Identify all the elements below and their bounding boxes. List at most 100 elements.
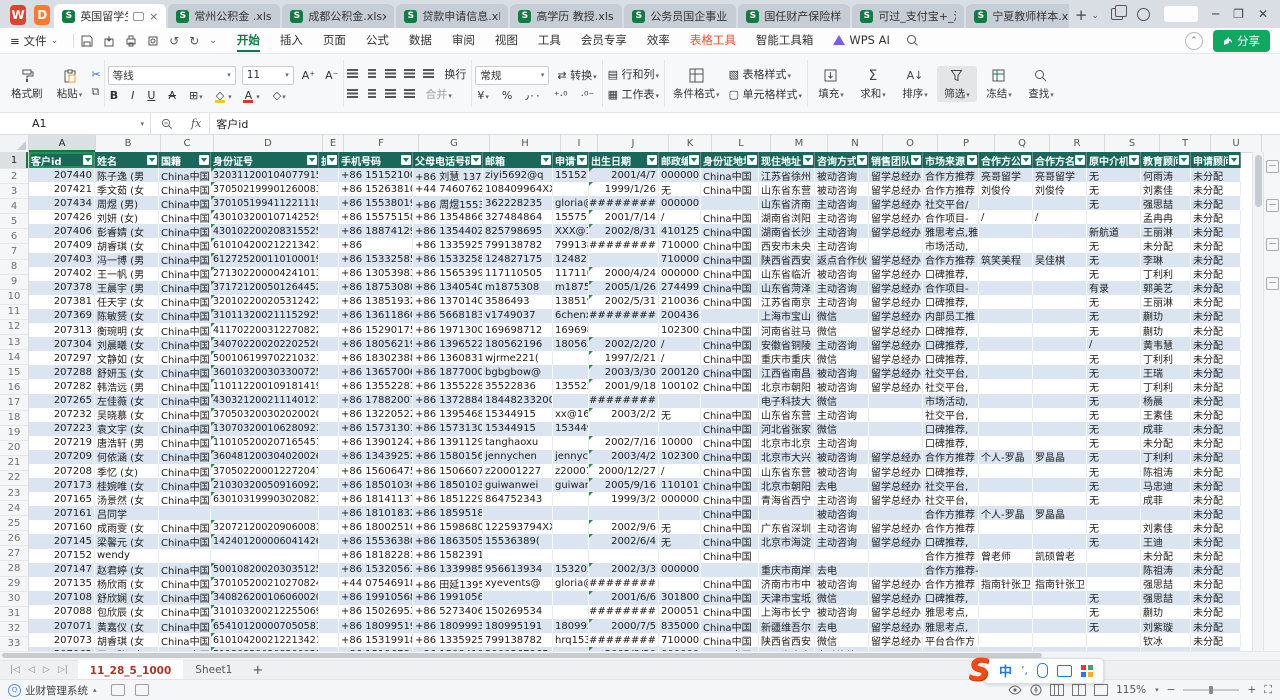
- cell[interactable]: China中国: [701, 422, 759, 436]
- cell[interactable]: 衡琬明 (女: [95, 323, 159, 337]
- cell[interactable]: 207145: [29, 534, 95, 548]
- cell[interactable]: 207378: [29, 281, 95, 295]
- sum-button[interactable]: Σ 求和▾: [853, 66, 893, 102]
- column-header-H[interactable]: H: [490, 135, 561, 152]
- cell[interactable]: 留学总经办: [869, 591, 923, 605]
- cell[interactable]: +86 1573130169: [413, 422, 483, 436]
- cell[interactable]: 留学总经办: [869, 253, 923, 267]
- cell[interactable]: 未分配: [1141, 436, 1191, 450]
- cell[interactable]: 山东省菏泽: [759, 281, 815, 295]
- cell[interactable]: [319, 549, 339, 563]
- row-header-3[interactable]: 3: [0, 184, 28, 199]
- cell[interactable]: [979, 563, 1033, 577]
- cell[interactable]: guiwanwei: [553, 478, 589, 492]
- cell[interactable]: 胡睿琪 (女: [95, 633, 159, 647]
- cell[interactable]: 未分配: [1191, 323, 1241, 337]
- cell[interactable]: [1033, 619, 1087, 633]
- cell[interactable]: [979, 337, 1033, 351]
- cell[interactable]: 留学总经办: [869, 492, 923, 506]
- cell[interactable]: 口碑推荐,: [923, 436, 979, 450]
- cell[interactable]: /: [659, 351, 701, 365]
- cell[interactable]: China中国: [701, 365, 759, 379]
- cell[interactable]: 000000: [659, 267, 701, 281]
- cell[interactable]: 成雨雯 (女: [95, 520, 159, 534]
- cell[interactable]: China中国: [701, 295, 759, 309]
- cell[interactable]: +86 18002510: [339, 520, 413, 534]
- cell[interactable]: [319, 492, 339, 506]
- font-color-button[interactable]: A▾: [243, 89, 262, 102]
- cell[interactable]: 陈祖涛: [1141, 563, 1191, 577]
- cell[interactable]: 雅思考点,雅: [923, 224, 979, 238]
- cell[interactable]: 微信: [815, 309, 869, 323]
- cell[interactable]: 未分配: [1191, 168, 1241, 182]
- file-tab[interactable]: S国任财产保险样本.: [738, 4, 850, 28]
- cell[interactable]: +86 18874129: [339, 224, 413, 238]
- column-header-F[interactable]: F: [344, 135, 419, 152]
- cell[interactable]: [869, 506, 923, 520]
- cell[interactable]: 合作方推荐: [923, 520, 979, 534]
- cell[interactable]: 未分配: [1191, 478, 1241, 492]
- font-name-select[interactable]: 等线▾: [108, 66, 236, 85]
- cell[interactable]: China中国: [701, 436, 759, 450]
- cell[interactable]: China中国: [159, 210, 211, 224]
- cell[interactable]: 370105200210270824: [211, 577, 319, 591]
- column-header-I[interactable]: I: [561, 135, 598, 152]
- file-tab[interactable]: S成都公积金.xlsx: [282, 4, 394, 28]
- cell[interactable]: 未分配: [1191, 534, 1241, 548]
- currency-button[interactable]: ¥▾: [475, 89, 491, 102]
- cell[interactable]: 社交平台,: [923, 492, 979, 506]
- filter-dropdown-icon[interactable]: [327, 155, 337, 165]
- convert-button[interactable]: ⇄ 转换▾: [555, 67, 598, 83]
- cell[interactable]: [319, 309, 339, 323]
- cell[interactable]: 口碑推荐,: [923, 591, 979, 605]
- tab-list-chevron-icon[interactable]: ⌄: [1091, 11, 1099, 21]
- cell[interactable]: 207152: [29, 549, 95, 563]
- cell[interactable]: +86: [339, 238, 413, 252]
- cell[interactable]: 未分配: [1191, 394, 1241, 408]
- cell[interactable]: 2000/7/5: [589, 619, 659, 633]
- cell[interactable]: 社交平台,: [923, 379, 979, 393]
- cell[interactable]: 370105199411221118: [211, 196, 319, 210]
- cell[interactable]: 2002/2/20: [589, 337, 659, 351]
- cell[interactable]: China中国: [159, 534, 211, 548]
- cell[interactable]: 湖南省浏阳: [759, 210, 815, 224]
- cell[interactable]: [1033, 224, 1087, 238]
- cell[interactable]: XXX@163.c: [553, 224, 589, 238]
- header-cell-Q[interactable]: 合作方公司: [979, 152, 1033, 168]
- menu-item-效率[interactable]: 效率: [637, 29, 680, 52]
- cell[interactable]: [979, 478, 1033, 492]
- cell[interactable]: 310103200212255069: [211, 605, 319, 619]
- cell[interactable]: China中国: [701, 168, 759, 182]
- cell[interactable]: +86 1372884680: [413, 394, 483, 408]
- find-button[interactable]: 查找▾: [1021, 66, 1061, 102]
- cell[interactable]: 被动咨询: [815, 577, 869, 591]
- cell[interactable]: 无: [659, 182, 701, 196]
- cell[interactable]: 110101: [659, 478, 701, 492]
- workspace-switch-icon[interactable]: [1111, 8, 1123, 20]
- filter-dropdown-icon[interactable]: [857, 155, 867, 165]
- cell[interactable]: 207108: [29, 591, 95, 605]
- cell[interactable]: 合作方推荐: [923, 182, 979, 196]
- filter-dropdown-icon[interactable]: [747, 155, 757, 165]
- cell[interactable]: 710000: [659, 238, 701, 252]
- cell[interactable]: 指南针张卫: [1033, 577, 1087, 591]
- worksheet-button[interactable]: ▦ 工作表▾: [606, 86, 661, 102]
- cell[interactable]: China中国: [159, 323, 211, 337]
- file-tab[interactable]: S公务员国企事业单位: [624, 4, 736, 28]
- cell[interactable]: [1087, 563, 1141, 577]
- cell[interactable]: [759, 549, 815, 563]
- ime-menu-icon[interactable]: [1081, 665, 1093, 677]
- menu-item-开始[interactable]: 开始: [227, 29, 270, 52]
- cell[interactable]: [869, 408, 923, 422]
- cell[interactable]: 留学总经办: [869, 577, 923, 591]
- cell[interactable]: 亮哥留学: [979, 168, 1033, 182]
- cell[interactable]: xx@163.c: [553, 408, 589, 422]
- cell[interactable]: [211, 506, 319, 520]
- cell[interactable]: China中国: [159, 492, 211, 506]
- cell[interactable]: 无: [1087, 534, 1141, 548]
- search-icon[interactable]: [906, 34, 919, 47]
- cell[interactable]: 微信: [815, 394, 869, 408]
- cell[interactable]: 刘素佳: [1141, 520, 1191, 534]
- cell[interactable]: +86 1533258500: [413, 253, 483, 267]
- menu-item-智能工具箱[interactable]: 智能工具箱: [746, 29, 824, 52]
